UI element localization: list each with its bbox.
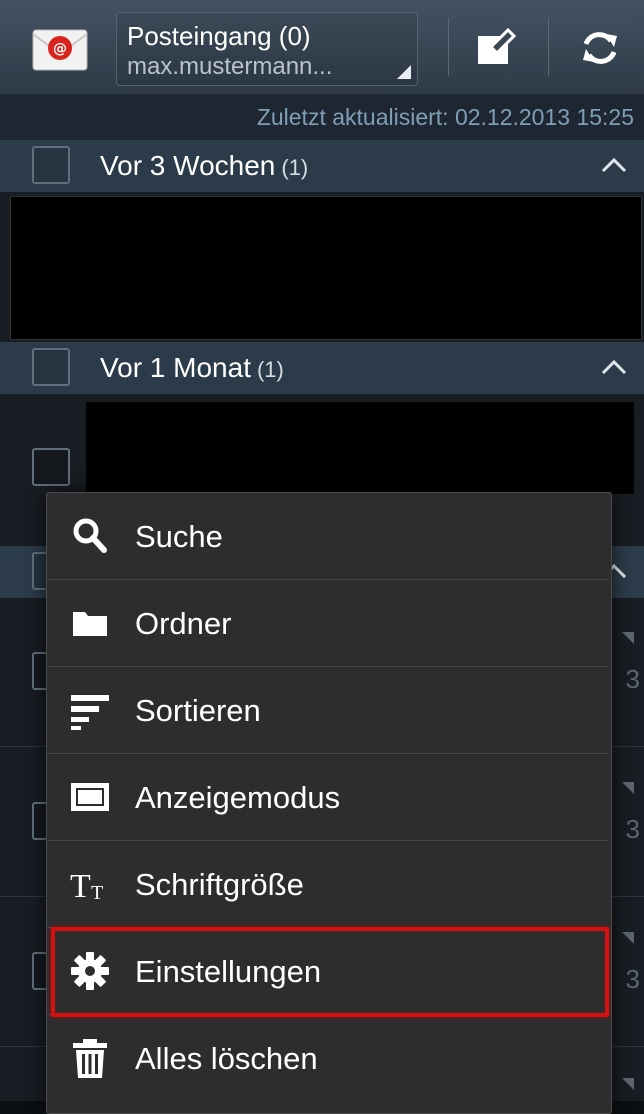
compose-icon [478, 27, 517, 64]
menu-item-folder[interactable]: Ordner [47, 580, 609, 666]
trash-icon [73, 1039, 107, 1078]
email-app-icon[interactable]: @ [30, 22, 90, 76]
section-checkbox[interactable] [32, 348, 70, 386]
flag-icon [622, 782, 634, 794]
divider [448, 18, 449, 76]
menu-item-search[interactable]: Suche [47, 493, 609, 579]
last-updated-text: Zuletzt aktualisiert: 02.12.2013 15:25 [256, 104, 634, 130]
last-updated-bar: Zuletzt aktualisiert: 02.12.2013 15:25 [0, 94, 644, 140]
divider [548, 18, 549, 76]
account-name: max.mustermann... [127, 53, 333, 80]
section-title: Vor 1 Monat [100, 352, 251, 383]
flag-icon [622, 932, 634, 944]
section-header-1-month[interactable]: Vor 1 Monat (1) [0, 342, 644, 394]
chevron-up-icon[interactable] [600, 156, 628, 174]
refresh-button[interactable] [572, 22, 628, 74]
section-header-3-weeks[interactable]: Vor 3 Wochen (1) [0, 140, 644, 192]
compose-button[interactable] [468, 22, 524, 74]
menu-item-label: Suche [135, 519, 223, 554]
menu-item-label: Anzeigemodus [135, 780, 341, 815]
sort-icon [71, 695, 109, 730]
refresh-icon [583, 32, 617, 64]
search-icon [73, 518, 107, 553]
menu-item-label: Ordner [135, 606, 232, 641]
options-menu: Suche Ordner Sortieren Anzeigemodus T T [46, 492, 612, 1114]
menu-item-font-size[interactable]: T T Schriftgröße [47, 841, 609, 927]
redacted-message[interactable] [10, 196, 642, 340]
menu-item-label: Alles löschen [135, 1041, 318, 1076]
section-checkbox[interactable] [32, 146, 70, 184]
folder-selector[interactable]: Posteingang (0) max.mustermann... [116, 12, 418, 86]
folder-icon [73, 612, 107, 636]
svg-text:T: T [91, 882, 103, 904]
svg-text:T: T [70, 868, 91, 905]
folder-title: Posteingang (0) [127, 21, 311, 51]
flag-icon [622, 632, 634, 644]
redacted-message[interactable] [86, 402, 634, 494]
section-title: Vor 3 Wochen [100, 150, 276, 181]
message-date-fragment: 3 [625, 964, 640, 994]
message-checkbox[interactable] [32, 448, 70, 486]
message-date-fragment: 3 [625, 814, 640, 844]
menu-item-display-mode[interactable]: Anzeigemodus [47, 754, 609, 840]
menu-item-sort[interactable]: Sortieren [47, 667, 609, 753]
flag-icon [622, 1078, 634, 1090]
section-count: (1) [256, 357, 284, 382]
action-bar: @ Posteingang (0) max.mustermann... [0, 0, 644, 95]
section-count: (1) [281, 155, 309, 180]
menu-item-delete-all[interactable]: Alles löschen [47, 1015, 609, 1101]
message-date-fragment: 3 [625, 664, 640, 694]
menu-item-label: Sortieren [135, 693, 261, 728]
font-size-icon: T T [70, 868, 103, 905]
highlight-box-settings [51, 927, 609, 1017]
svg-text:@: @ [53, 41, 67, 57]
menu-item-label: Schriftgröße [135, 867, 304, 902]
dropdown-triangle-icon [397, 65, 411, 79]
display-mode-icon [71, 783, 109, 811]
chevron-up-icon[interactable] [600, 358, 628, 376]
